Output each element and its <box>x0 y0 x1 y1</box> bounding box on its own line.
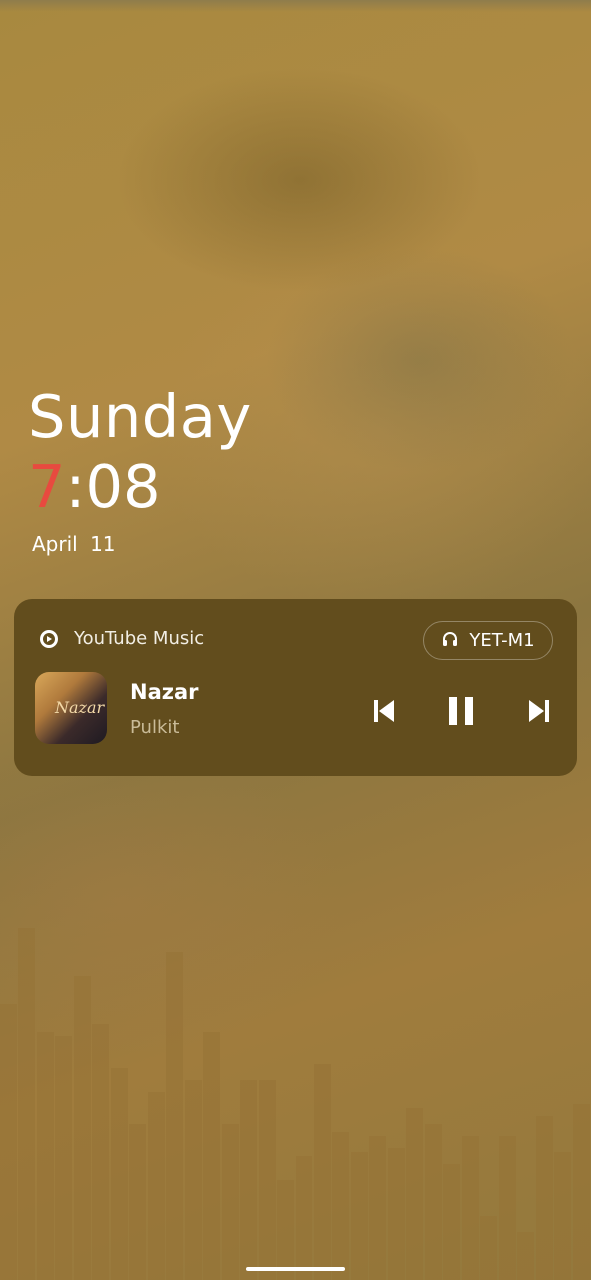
time-display: 7:08 <box>28 454 252 520</box>
visualizer-bar <box>184 1080 202 1280</box>
visualizer-bar <box>0 1004 17 1280</box>
skip-previous-icon <box>374 700 394 722</box>
visualizer-bar <box>369 1136 387 1280</box>
next-track-button[interactable] <box>519 691 559 731</box>
track-artist: Pulkit <box>130 717 180 738</box>
visualizer-bar <box>277 1180 294 1280</box>
visualizer-bar <box>36 1032 54 1280</box>
visualizer-bar <box>295 1156 313 1280</box>
visualizer-bar <box>424 1124 442 1280</box>
visualizer-bar <box>240 1080 258 1280</box>
youtube-music-icon <box>40 630 58 648</box>
previous-track-button[interactable] <box>364 691 404 731</box>
visualizer-bar <box>480 1216 498 1280</box>
visualizer-bar <box>203 1032 221 1280</box>
output-device-button[interactable]: YET-M1 <box>423 621 553 660</box>
visualizer-bar <box>461 1136 479 1280</box>
visualizer-bar <box>55 1036 73 1280</box>
visualizer-bar <box>535 1116 553 1280</box>
home-indicator[interactable] <box>246 1267 345 1271</box>
media-app-name: YouTube Music <box>74 628 205 649</box>
album-artwork-text: Nazar <box>55 698 105 717</box>
visualizer-bar <box>332 1132 350 1280</box>
visualizer-bar <box>554 1152 572 1280</box>
time-minutes: 08 <box>85 452 161 521</box>
visualizer-bar <box>313 1064 331 1280</box>
time-hour: 7 <box>28 452 66 521</box>
time-separator: : <box>65 452 86 521</box>
album-artwork[interactable]: Nazar <box>35 672 107 744</box>
skip-next-icon <box>529 700 549 722</box>
visualizer-bar <box>129 1124 147 1280</box>
visualizer-bar <box>517 1232 535 1280</box>
visualizer-bar <box>572 1104 590 1280</box>
visualizer-bar <box>258 1080 276 1280</box>
visualizer-bar <box>350 1152 368 1280</box>
visualizer-bar <box>18 928 36 1280</box>
headphones-icon <box>441 630 459 652</box>
visualizer-bar <box>406 1108 424 1280</box>
visualizer-bar <box>92 1024 110 1280</box>
output-device-label: YET-M1 <box>469 630 535 651</box>
date-display: April 11 <box>32 532 116 556</box>
visualizer-bar <box>498 1136 516 1280</box>
day-of-week: Sunday <box>28 382 252 451</box>
audio-visualizer <box>0 880 591 1280</box>
visualizer-bar <box>166 952 184 1280</box>
media-player-card[interactable]: YouTube Music YET-M1 Nazar Nazar Pulkit <box>14 599 577 776</box>
status-bar-shade <box>0 0 591 12</box>
visualizer-bar <box>110 1068 128 1280</box>
visualizer-bar <box>443 1164 461 1280</box>
visualizer-bar <box>221 1124 239 1280</box>
visualizer-bar <box>73 976 91 1280</box>
lockscreen-clock: Sunday 7:08 April 11 <box>28 382 252 557</box>
pause-icon <box>449 697 473 725</box>
pause-button[interactable] <box>439 691 483 731</box>
visualizer-bar <box>387 1148 405 1280</box>
visualizer-bar <box>147 1092 165 1280</box>
track-title: Nazar <box>130 680 199 704</box>
